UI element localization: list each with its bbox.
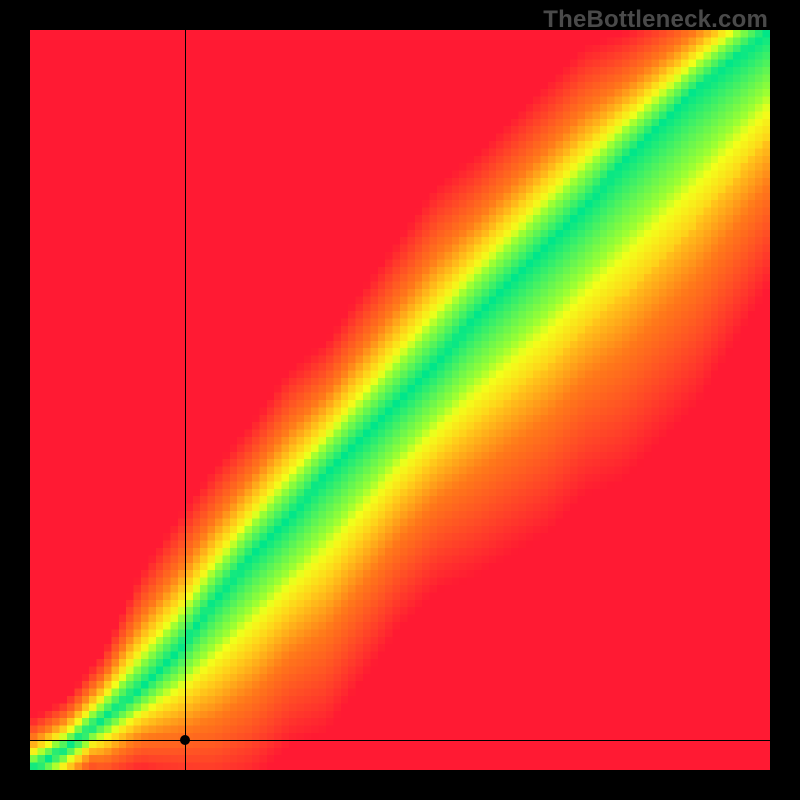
heatmap-canvas [30,30,770,770]
crosshair-vertical [185,30,186,770]
crosshair-horizontal [30,740,770,741]
crosshair-dot [180,735,190,745]
chart-frame: TheBottleneck.com [0,0,800,800]
plot-area [30,30,770,770]
